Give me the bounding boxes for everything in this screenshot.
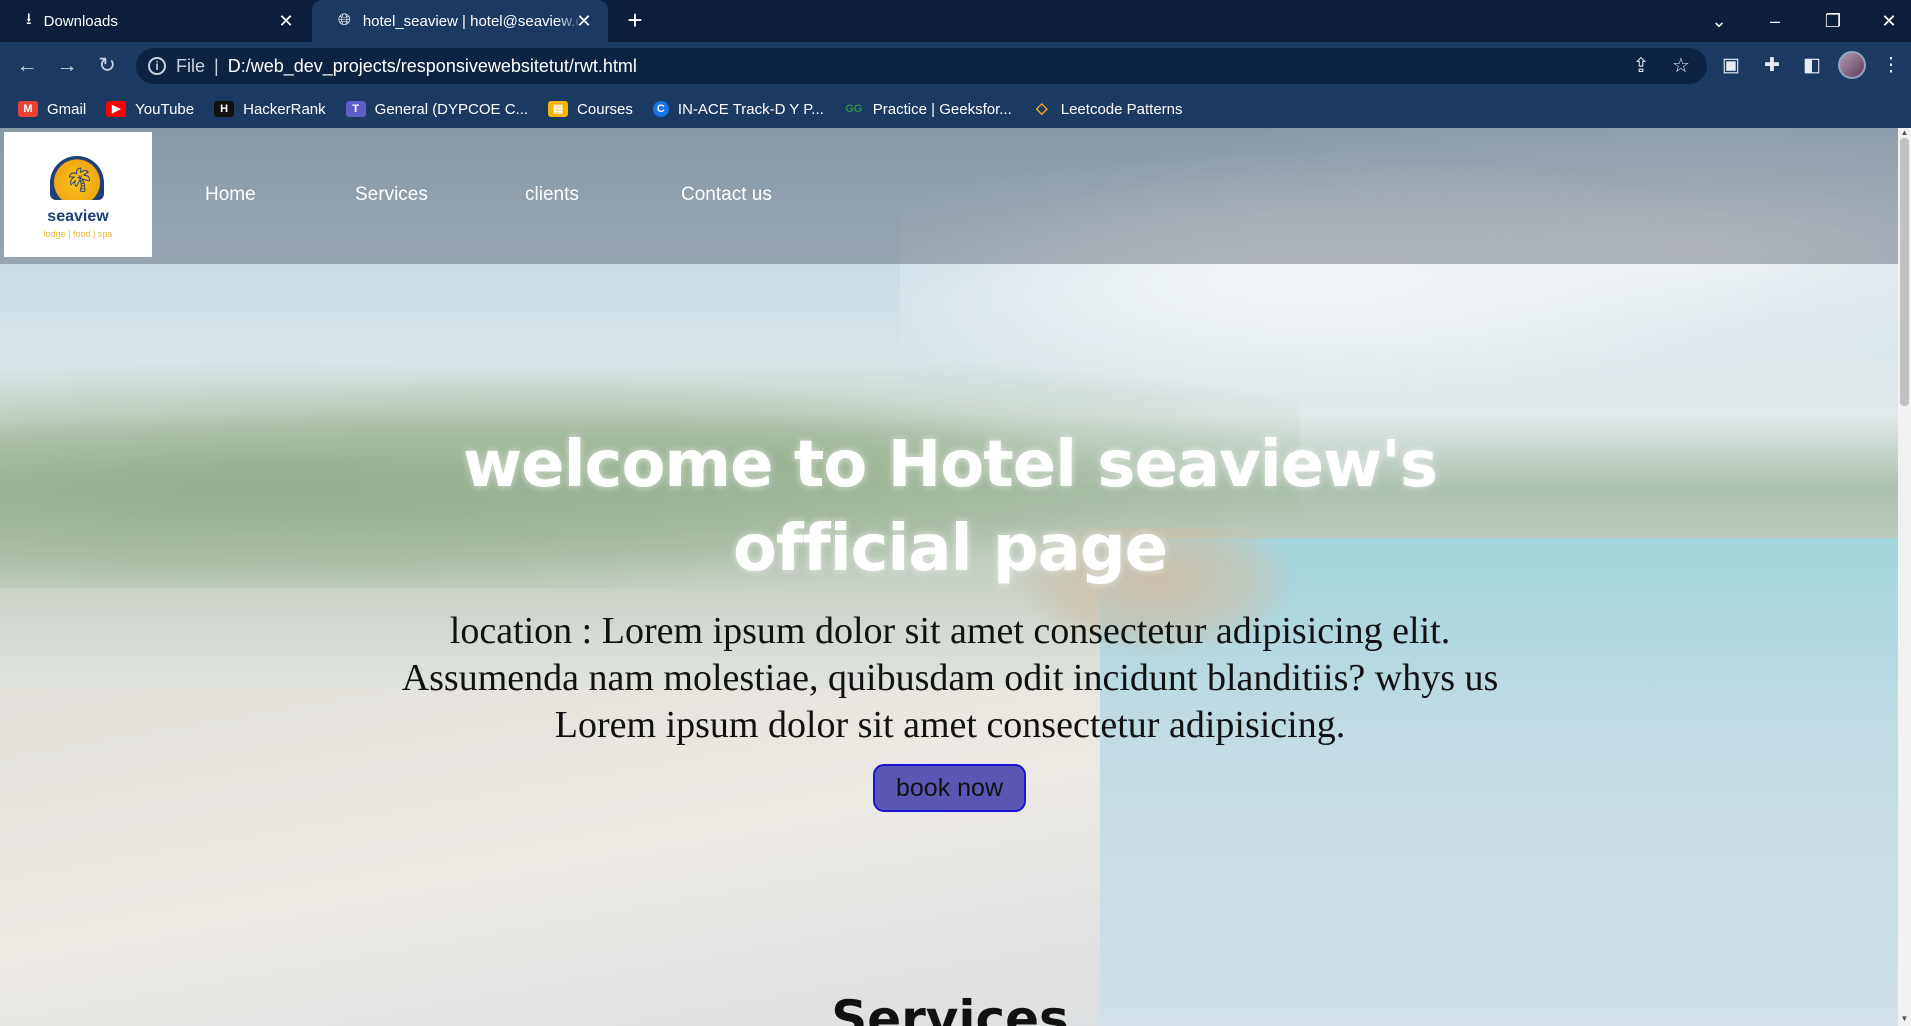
hero-description: location : Lorem ipsum dolor sit amet co… (401, 610, 1499, 746)
tab-search-icon[interactable]: ⌄ (1704, 6, 1734, 36)
info-icon[interactable]: i (148, 57, 166, 75)
tab-title: hotel_seaview | hotel@seaview.com (362, 12, 583, 30)
share-icon[interactable]: ⇪ (1629, 54, 1653, 78)
logo-tagline: lodge | food | spa (43, 229, 113, 239)
nav-contact-us[interactable]: Contact us (681, 184, 772, 206)
teams-icon: T (345, 101, 366, 117)
window-close-icon[interactable]: ✕ (1874, 6, 1904, 36)
minimize-icon[interactable]: – (1760, 6, 1790, 36)
services-heading: Services (831, 990, 1069, 1026)
bookmark-leetcode-patterns[interactable]: ◇ Leetcode Patterns (1032, 101, 1183, 118)
profile-avatar[interactable] (1838, 51, 1866, 79)
extension-square-icon[interactable]: ▣ (1716, 51, 1746, 81)
star-icon[interactable]: ☆ (1669, 54, 1693, 78)
leetcode-icon: ◇ (1035, 100, 1048, 117)
close-icon[interactable]: ✕ (276, 11, 296, 31)
scroll-down-icon[interactable]: ▼ (1898, 1014, 1911, 1024)
scrollbar-thumb[interactable] (1900, 138, 1909, 406)
bookmark-label: YouTube (135, 100, 195, 118)
globe-icon: 🌐︎ (338, 12, 351, 29)
puzzle-icon[interactable]: ✚ (1757, 51, 1787, 81)
nav-services[interactable]: Services (355, 184, 428, 206)
bookmark-hackerrank[interactable]: H HackerRank (214, 101, 326, 118)
bookmark-label: Leetcode Patterns (1060, 100, 1183, 118)
book-now-button[interactable]: book now (873, 764, 1026, 812)
bookmark-label: Practice | Geeksfor... (872, 100, 1012, 118)
tab-downloads[interactable]: ⭳ Downloads ✕ (0, 0, 310, 42)
gmail-icon: M (18, 101, 38, 117)
palm-tree-icon: 🌴︎ (64, 167, 95, 194)
nav-home[interactable]: Home (205, 184, 256, 206)
c-icon: C (652, 101, 669, 117)
reload-icon[interactable]: ↻ (92, 51, 122, 81)
page-scrollbar[interactable]: ▲ ▼ (1898, 128, 1911, 1026)
tab-strip: ⭳ Downloads ✕ 🌐︎ hotel_seaview | hotel@s… (0, 0, 1911, 42)
bookmark-courses[interactable]: ▤ Courses (548, 101, 633, 118)
youtube-icon: ▶ (106, 101, 127, 117)
page-viewport: 🌴︎ seaview lodge | food | spa Home Servi… (0, 128, 1898, 1026)
logo-name: seaview (47, 208, 109, 225)
scroll-up-icon[interactable]: ▲ (1898, 128, 1911, 138)
browser-toolbar: ← → ↻ i File | D:/web_dev_projects/respo… (0, 42, 1911, 90)
tab-hotel-seaview[interactable]: 🌐︎ hotel_seaview | hotel@seaview.com ✕ (312, 0, 608, 42)
site-logo[interactable]: 🌴︎ seaview lodge | food | spa (4, 132, 152, 257)
tab-title: Downloads (43, 12, 118, 30)
new-tab-button[interactable]: + (622, 7, 648, 34)
forward-icon[interactable]: → (52, 51, 82, 81)
bookmark-youtube[interactable]: ▶ YouTube (106, 101, 194, 118)
address-bar[interactable]: i File | D:/web_dev_projects/responsivew… (136, 48, 1707, 84)
bookmark-in-ace[interactable]: C IN-ACE Track-D Y P... (652, 100, 824, 118)
nav-clients[interactable]: clients (525, 184, 579, 206)
url-text[interactable]: D:/web_dev_projects/responsivewebsitetut… (228, 56, 637, 77)
bookmark-gmail[interactable]: M Gmail (18, 101, 86, 118)
back-icon[interactable]: ← (12, 51, 42, 81)
bookmark-label: Gmail (47, 100, 87, 118)
bookmarks-bar: M Gmail ▶ YouTube H HackerRank T General… (0, 90, 1911, 128)
bookmark-label: HackerRank (243, 100, 326, 118)
bookmark-label: General (DYPCOE C... (374, 100, 529, 118)
geeksforgeeks-icon: GG (845, 103, 863, 115)
classroom-icon: ▤ (548, 101, 569, 117)
restore-icon[interactable]: ❐ (1818, 6, 1848, 36)
url-scheme: File (176, 55, 206, 76)
bookmark-teams[interactable]: T General (DYPCOE C... (345, 100, 529, 118)
site-navbar: 🌴︎ seaview lodge | food | spa Home Servi… (0, 128, 1898, 264)
hero-title: welcome to Hotel seaview's official page (463, 428, 1438, 586)
bookmark-geeksforgeeks[interactable]: GG Practice | Geeksfor... (844, 101, 1012, 118)
bookmark-label: Courses (577, 100, 633, 118)
hackerrank-icon: H (214, 101, 235, 117)
url-separator: | (214, 55, 219, 76)
side-panel-icon[interactable]: ◧ (1797, 51, 1827, 81)
bookmark-label: IN-ACE Track-D Y P... (677, 100, 824, 118)
download-icon: ⭳ (26, 10, 32, 28)
close-icon[interactable]: ✕ (574, 11, 594, 31)
menu-icon[interactable]: ⋮ (1876, 51, 1906, 81)
